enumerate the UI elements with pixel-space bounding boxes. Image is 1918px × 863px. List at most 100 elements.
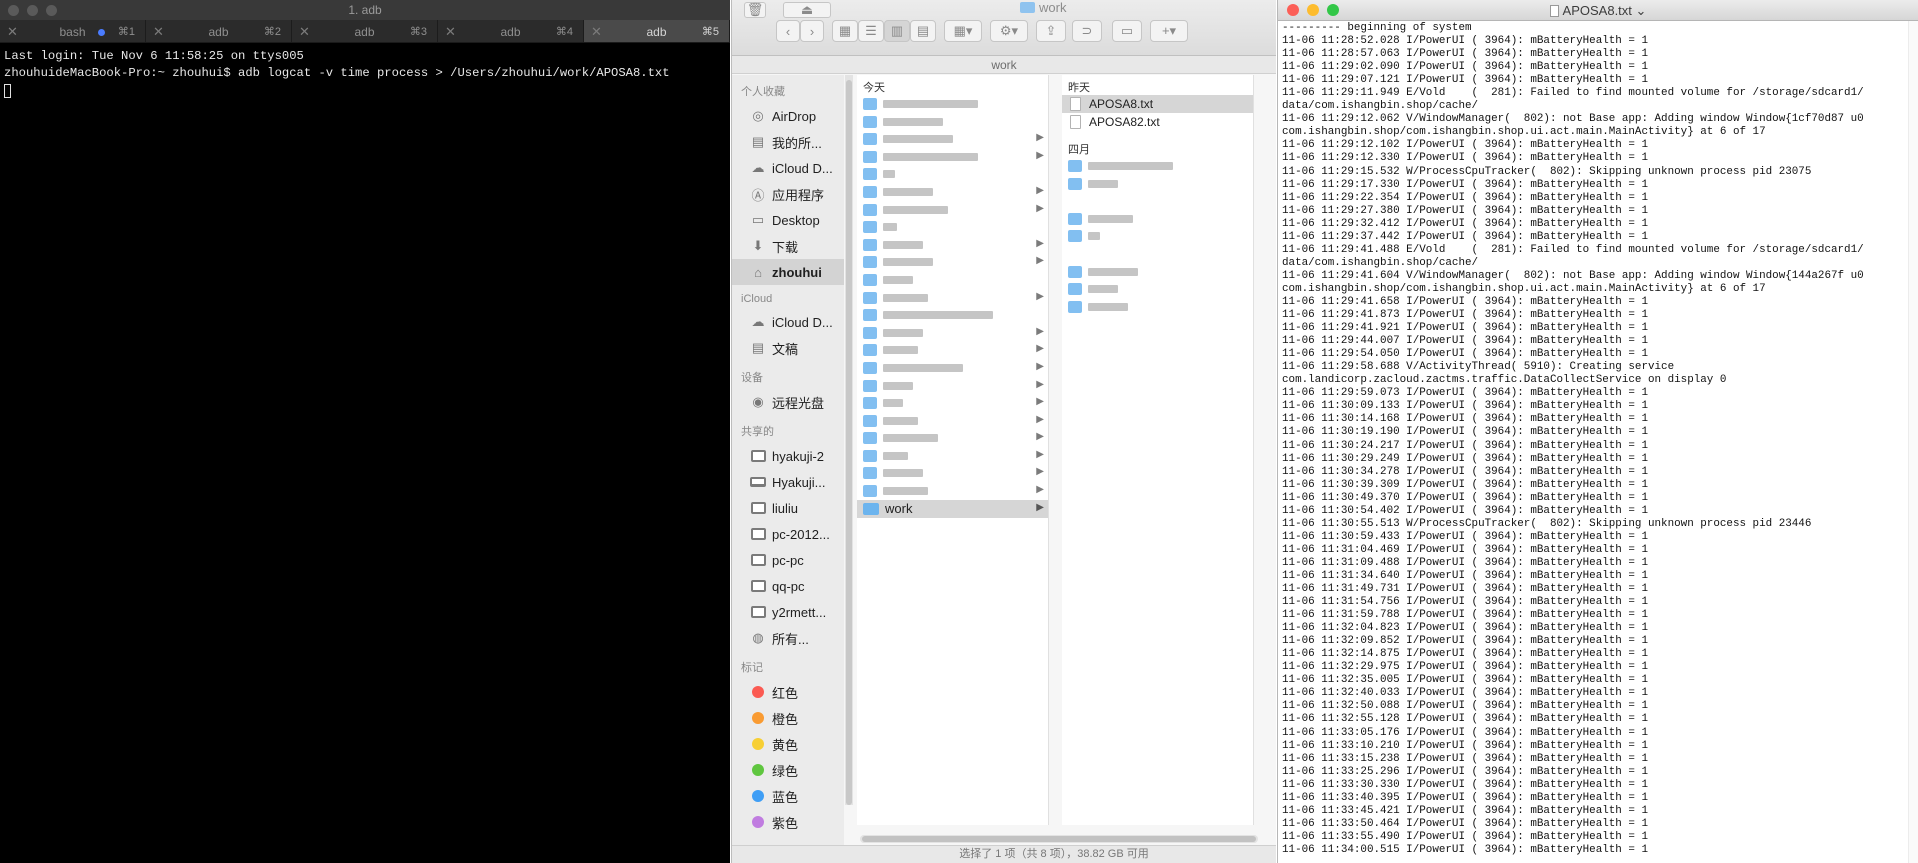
sidebar-tag-yellow[interactable]: 黄色	[732, 731, 844, 757]
group-button[interactable]: ▦▾	[944, 20, 982, 42]
monitor-icon	[750, 526, 766, 542]
blurred-list-item[interactable]	[857, 218, 1048, 236]
log-line: data/com.ishangbin.shop/cache/	[1282, 100, 1479, 113]
sidebar-tag-red[interactable]: 红色	[732, 679, 844, 705]
redacted-label	[883, 346, 918, 355]
blurred-list-item[interactable]	[1062, 280, 1253, 298]
blurred-list-item[interactable]	[1062, 227, 1253, 245]
path-bar: work	[732, 56, 1276, 74]
redacted-label	[883, 311, 993, 320]
sidebar-item-icloud-drive[interactable]: ☁ iCloud D...	[732, 155, 844, 181]
tag-icon[interactable]: ⊃	[1072, 20, 1102, 42]
blurred-list-item[interactable]: ▶	[857, 253, 1048, 271]
folder-row-work[interactable]: work ▶	[857, 499, 1048, 518]
sidebar-item-documents[interactable]: ▤ 文稿	[732, 335, 844, 361]
sidebar-item-airdrop[interactable]: ◎ AirDrop	[732, 103, 844, 129]
blurred-list-item[interactable]: ▶	[857, 447, 1048, 465]
text-file-icon	[1070, 115, 1081, 129]
document-title[interactable]: APOSA8.txt ⌄	[1278, 3, 1918, 19]
sidebar-tag-orange[interactable]: 橙色	[732, 705, 844, 731]
blurred-list-item[interactable]: ▶	[857, 377, 1048, 395]
document-title-label: APOSA8.txt	[1562, 3, 1632, 18]
add-icon[interactable]: +▾	[1150, 20, 1188, 42]
blurred-list-item[interactable]	[857, 271, 1048, 289]
document-text[interactable]: --------- beginning of system 11-06 11:28…	[1278, 21, 1918, 863]
blurred-list-item[interactable]	[857, 165, 1048, 183]
file-label: APOSA8.txt	[1089, 97, 1154, 111]
blurred-list-item[interactable]	[857, 113, 1048, 131]
gallery-view-button[interactable]: ▤	[910, 20, 936, 42]
sidebar-item-shared[interactable]: pc-pc	[732, 547, 844, 573]
blurred-list-item[interactable]: ▶	[857, 429, 1048, 447]
blurred-list-item[interactable]: ▶	[857, 359, 1048, 377]
sidebar-item-label: pc-pc	[772, 552, 804, 568]
blurred-list-item[interactable]	[1062, 298, 1253, 316]
terminal-tab-4[interactable]: ✕ adb ⌘4	[438, 20, 584, 42]
blurred-list-item[interactable]: ▶	[857, 236, 1048, 254]
file-icon	[1068, 283, 1082, 296]
sidebar-item-shared[interactable]: Hyakuji...	[732, 469, 844, 495]
horizontal-scrollbar[interactable]	[860, 835, 1258, 843]
blurred-list-item[interactable]: ▶	[857, 183, 1048, 201]
log-line: 11-06 11:32:29.975 I/PowerUI ( 3964): mB…	[1282, 661, 1648, 674]
blurred-list-item[interactable]: ▶	[857, 324, 1048, 342]
delete-icon[interactable]: 🗑	[744, 2, 766, 18]
blurred-list-item[interactable]	[857, 306, 1048, 324]
sidebar-item-all-shared[interactable]: ◍ 所有...	[732, 625, 844, 651]
sidebar-item-desktop[interactable]: ▭ Desktop	[732, 207, 844, 233]
blurred-list-item[interactable]	[1062, 157, 1253, 175]
sidebar-item-shared[interactable]: pc-2012...	[732, 521, 844, 547]
file-row[interactable]: APOSA8.txt	[1062, 95, 1253, 113]
blurred-list-item[interactable]: ▶	[857, 394, 1048, 412]
blurred-list-item[interactable]: ▶	[857, 289, 1048, 307]
terminal-tab-3[interactable]: ✕ adb ⌘3	[292, 20, 438, 42]
terminal-tab-5[interactable]: ✕ adb ⌘5	[584, 20, 730, 42]
back-button[interactable]: ‹	[776, 20, 800, 42]
blurred-list-item[interactable]: ▶	[857, 201, 1048, 219]
blurred-list-item[interactable]: ▶	[857, 341, 1048, 359]
sidebar-tag-blue[interactable]: 蓝色	[732, 783, 844, 809]
file-icon	[1068, 160, 1082, 172]
sidebar-tag-green[interactable]: 绿色	[732, 757, 844, 783]
blurred-list-item[interactable]: ▶	[857, 412, 1048, 430]
tab-shortcut: ⌘5	[701, 26, 719, 38]
terminal-output[interactable]: Last login: Tue Nov 6 11:58:25 on ttys00…	[0, 43, 730, 109]
blurred-list-item[interactable]	[1062, 263, 1253, 281]
blurred-list-item[interactable]: ▶	[857, 482, 1048, 500]
terminal-tab-1[interactable]: ✕ bash ⌘1	[0, 20, 146, 42]
blurred-list-item[interactable]	[1062, 192, 1253, 210]
blurred-list-item[interactable]	[1062, 210, 1253, 228]
column-group-header: 昨天	[1068, 82, 1090, 94]
new-folder-icon[interactable]: ▭	[1112, 20, 1142, 42]
sidebar-item-applications[interactable]: Ⓐ 应用程序	[732, 181, 844, 207]
sidebar-item-downloads[interactable]: ⬇ 下载	[732, 233, 844, 259]
sidebar-item-all-files[interactable]: ▤ 我的所...	[732, 129, 844, 155]
gear-icon[interactable]: ⚙▾	[990, 20, 1028, 42]
sidebar-scrollbar[interactable]	[845, 75, 853, 805]
list-view-button[interactable]: ☰	[858, 20, 884, 42]
share-icon[interactable]: ⇪	[1036, 20, 1066, 42]
eject-icon[interactable]: ⏏	[783, 2, 831, 18]
icon-view-button[interactable]: ▦	[832, 20, 858, 42]
sidebar-item-shared[interactable]: liuliu	[732, 495, 844, 521]
sidebar-item-home[interactable]: ⌂ zhouhui	[732, 259, 844, 285]
sidebar-item-remote-disc[interactable]: ◉ 远程光盘	[732, 389, 844, 415]
sidebar-item-shared[interactable]: qq-pc	[732, 573, 844, 599]
column-view-button[interactable]: ▥	[884, 20, 910, 42]
blurred-list-item[interactable]: ▶	[857, 464, 1048, 482]
sidebar-item-shared[interactable]: y2rmett...	[732, 599, 844, 625]
file-row[interactable]: APOSA82.txt	[1062, 113, 1253, 131]
blurred-list-item[interactable]: ▶	[857, 148, 1048, 166]
tag-dot-icon	[750, 788, 766, 804]
blurred-list-item[interactable]	[857, 95, 1048, 113]
blurred-list-item[interactable]	[1062, 245, 1253, 263]
sidebar-item-icloud-drive-2[interactable]: ☁ iCloud D...	[732, 309, 844, 335]
log-line: 11-06 11:30:34.278 I/PowerUI ( 3964): mB…	[1282, 465, 1648, 478]
vertical-scrollbar[interactable]	[1908, 21, 1918, 863]
forward-button[interactable]: ›	[800, 20, 824, 42]
blurred-list-item[interactable]: ▶	[857, 130, 1048, 148]
sidebar-tag-purple[interactable]: 紫色	[732, 809, 844, 835]
sidebar-item-shared[interactable]: hyakuji-2	[732, 443, 844, 469]
terminal-tab-2[interactable]: ✕ adb ⌘2	[146, 20, 292, 42]
blurred-list-item[interactable]	[1062, 175, 1253, 193]
